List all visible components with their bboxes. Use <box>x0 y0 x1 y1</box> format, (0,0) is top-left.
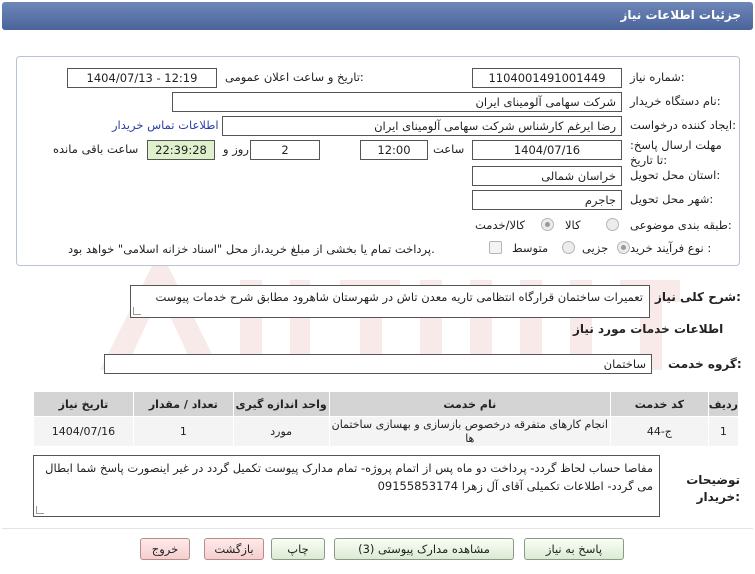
col-unit: واحد اندازه گیری <box>232 391 330 417</box>
resize-handle[interactable] <box>133 307 141 315</box>
process-minor-option: جزیی <box>582 241 609 255</box>
category-goods-radio[interactable] <box>606 218 619 231</box>
category-goods-option: کالا <box>565 218 581 232</box>
city-field: جاجرم <box>472 190 622 210</box>
treasury-payment-note: پرداخت تمام یا بخشی از مبلغ خرید،از محل … <box>68 242 435 256</box>
exit-button[interactable]: خروج <box>140 538 190 560</box>
remaining-time-field: 22:39:28 <box>147 140 215 160</box>
buyer-org-label: نام دستگاه خریدار: <box>630 94 721 108</box>
col-date: تاریخ نیاز <box>33 391 134 417</box>
process-medium-radio[interactable] <box>562 241 575 254</box>
reply-button[interactable]: پاسخ به نیاز <box>524 538 624 560</box>
col-row: ردیف <box>707 391 740 417</box>
deadline-time-label: ساعت <box>433 142 465 156</box>
col-code: کد خدمت <box>609 391 709 417</box>
summary-textarea: تعمیرات ساختمان قرارگاه انتظامی تاریه مع… <box>130 285 650 318</box>
view-attachments-button[interactable]: مشاهده مدارک پیوستی (3) <box>334 538 514 560</box>
category-label: طبقه بندی موضوعی: <box>630 218 732 232</box>
page-title: جزئیات اطلاعات نیاز <box>620 8 741 22</box>
deadline-date-field: 1404/07/16 <box>472 140 622 160</box>
days-remaining-field: 2 <box>250 140 320 160</box>
buyer-notes-textarea: مفاصا حساب لحاظ گردد- پرداخت دو ماه پس ا… <box>33 455 660 517</box>
request-creator-field: رضا ایرغم کارشناس شرکت سهامی آلومینای ای… <box>222 116 622 136</box>
need-number-field: 1104001491001449 <box>472 68 622 88</box>
process-type-label: نوع فرآیند خرید : <box>630 241 712 255</box>
services-section-title: اطلاعات خدمات مورد نیاز <box>573 322 724 336</box>
cell-unit: مورد <box>232 416 330 447</box>
deadline-label: مهلت ارسال پاسخ: تا تاریخ: <box>630 138 722 167</box>
category-goods-service-radio[interactable] <box>541 218 554 231</box>
remaining-time-label: ساعت باقی مانده <box>53 142 139 156</box>
footer-divider <box>2 528 753 529</box>
process-minor-radio[interactable] <box>617 241 630 254</box>
deadline-time-field: 12:00 <box>360 140 428 160</box>
category-goods-service-option: کالا/خدمت <box>475 218 526 232</box>
process-medium-option: متوسط <box>512 241 549 255</box>
buyer-org-field: شرکت سهامی آلومینای ایران <box>172 92 622 112</box>
need-number-label: شماره نیاز: <box>630 70 685 84</box>
announce-datetime-label: تاریخ و ساعت اعلان عمومی: <box>225 70 364 84</box>
print-button[interactable]: چاپ <box>271 538 325 560</box>
col-qty: تعداد / مقدار <box>132 391 234 417</box>
announce-datetime-field: 1404/07/13 - 12:19 <box>67 68 217 88</box>
buyer-notes-label: توضیحات خریدار: <box>686 473 740 504</box>
back-button[interactable]: بازگشت <box>204 538 264 560</box>
buyer-notes-text: مفاصا حساب لحاظ گردد- پرداخت دو ماه پس ا… <box>45 461 653 493</box>
cell-qty: 1 <box>132 416 234 447</box>
province-field: خراسان شمالی <box>472 166 622 186</box>
cell-code: ج-44 <box>609 416 709 447</box>
day-and-label: روز و <box>223 142 249 156</box>
service-group-label: گروه خدمت: <box>668 357 742 371</box>
request-creator-label: ایجاد کننده درخواست: <box>630 118 736 132</box>
cell-date: 1404/07/16 <box>33 416 134 447</box>
province-label: استان محل تحویل: <box>630 168 721 182</box>
page-header: جزئیات اطلاعات نیاز <box>2 2 753 30</box>
col-name: نام خدمت <box>328 391 611 417</box>
summary-text: تعمیرات ساختمان قرارگاه انتظامی تاریه مع… <box>155 290 643 304</box>
cell-row: 1 <box>707 416 740 447</box>
services-table: ردیف کد خدمت نام خدمت واحد اندازه گیری ت… <box>33 391 740 447</box>
service-group-field: ساختمان <box>104 354 652 374</box>
buyer-contact-link[interactable]: اطلاعات تماس خریدار <box>112 118 219 132</box>
summary-label: شرح کلی نیاز: <box>655 290 741 304</box>
table-header-row: ردیف کد خدمت نام خدمت واحد اندازه گیری ت… <box>33 391 740 417</box>
table-row: 1 ج-44 انجام کارهای متفرقه درخصوص بازساز… <box>33 416 740 447</box>
resize-handle[interactable] <box>36 506 44 514</box>
treasury-payment-checkbox[interactable] <box>489 241 502 254</box>
city-label: شهر محل تحویل: <box>630 192 714 206</box>
cell-name: انجام کارهای متفرقه درخصوص بازسازی و بهس… <box>328 416 611 447</box>
